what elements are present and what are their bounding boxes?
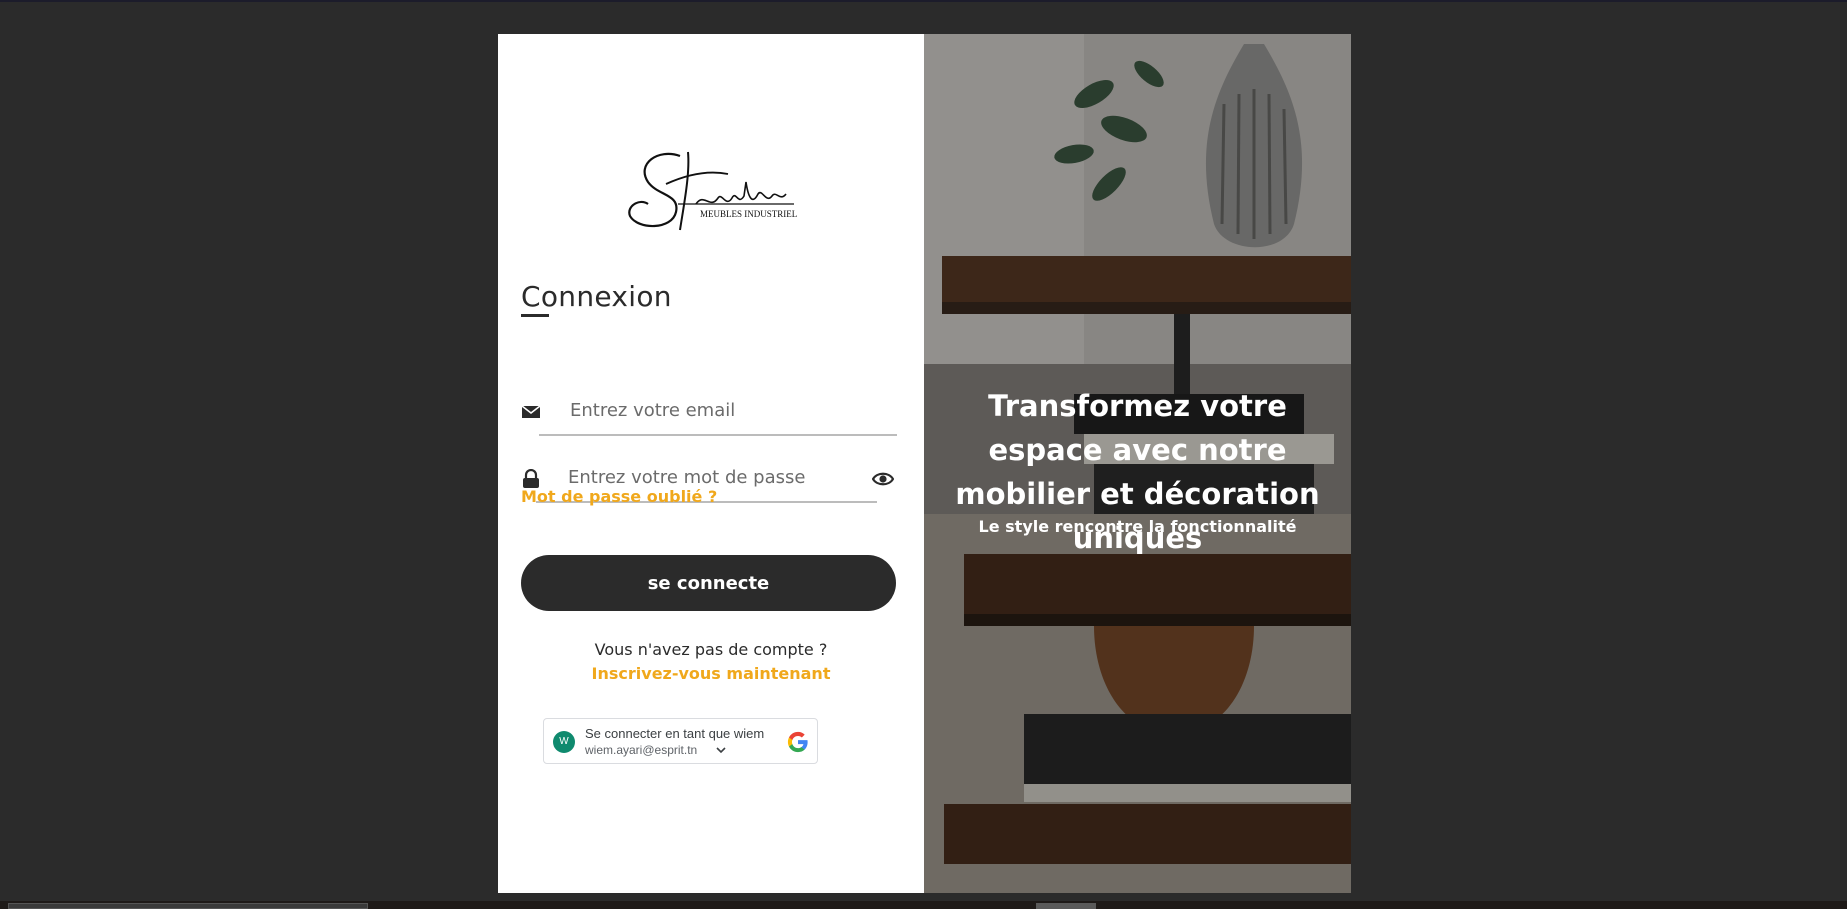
envelope-icon bbox=[521, 405, 541, 418]
google-logo-icon bbox=[787, 731, 808, 753]
email-underline bbox=[539, 434, 897, 436]
login-card: MEUBLES INDUSTRIEL Connexion Mot d bbox=[498, 34, 1351, 893]
taskbar-item[interactable] bbox=[8, 903, 368, 909]
signup-link[interactable]: Inscrivez-vous maintenant bbox=[498, 664, 924, 683]
page-title: Connexion bbox=[521, 280, 672, 313]
steelisia-logo: MEUBLES INDUSTRIEL bbox=[628, 151, 797, 231]
title-underline bbox=[521, 314, 549, 317]
svg-text:MEUBLES INDUSTRIEL: MEUBLES INDUSTRIEL bbox=[700, 209, 797, 219]
taskbar-item[interactable] bbox=[1036, 903, 1096, 909]
chevron-down-icon bbox=[716, 747, 726, 754]
email-input[interactable] bbox=[570, 400, 890, 421]
google-account-email: wiem.ayari@esprit.tn bbox=[585, 743, 698, 757]
google-signin-title: Se connecter en tant que wiem bbox=[585, 726, 765, 741]
password-input[interactable] bbox=[568, 467, 868, 488]
hero-panel: Transformez votre espace avec notre mobi… bbox=[924, 34, 1351, 893]
login-button[interactable]: se connecte bbox=[521, 555, 896, 611]
lock-icon bbox=[523, 469, 539, 488]
google-signin-button[interactable]: W Se connecter en tant que wiem wiem.aya… bbox=[543, 718, 818, 764]
no-account-text: Vous n'avez pas de compte ? bbox=[594, 640, 828, 659]
email-field-group bbox=[521, 390, 901, 436]
avatar: W bbox=[553, 731, 575, 753]
forgot-password-link[interactable]: Mot de passe oublié ? bbox=[521, 487, 717, 506]
taskbar-strip bbox=[0, 901, 1847, 909]
hero-subtitle: Le style rencontre la fonctionnalité bbox=[978, 517, 1297, 536]
eye-icon[interactable] bbox=[872, 469, 894, 489]
login-panel: MEUBLES INDUSTRIEL Connexion Mot d bbox=[498, 34, 924, 893]
window-top-border bbox=[0, 0, 1847, 2]
